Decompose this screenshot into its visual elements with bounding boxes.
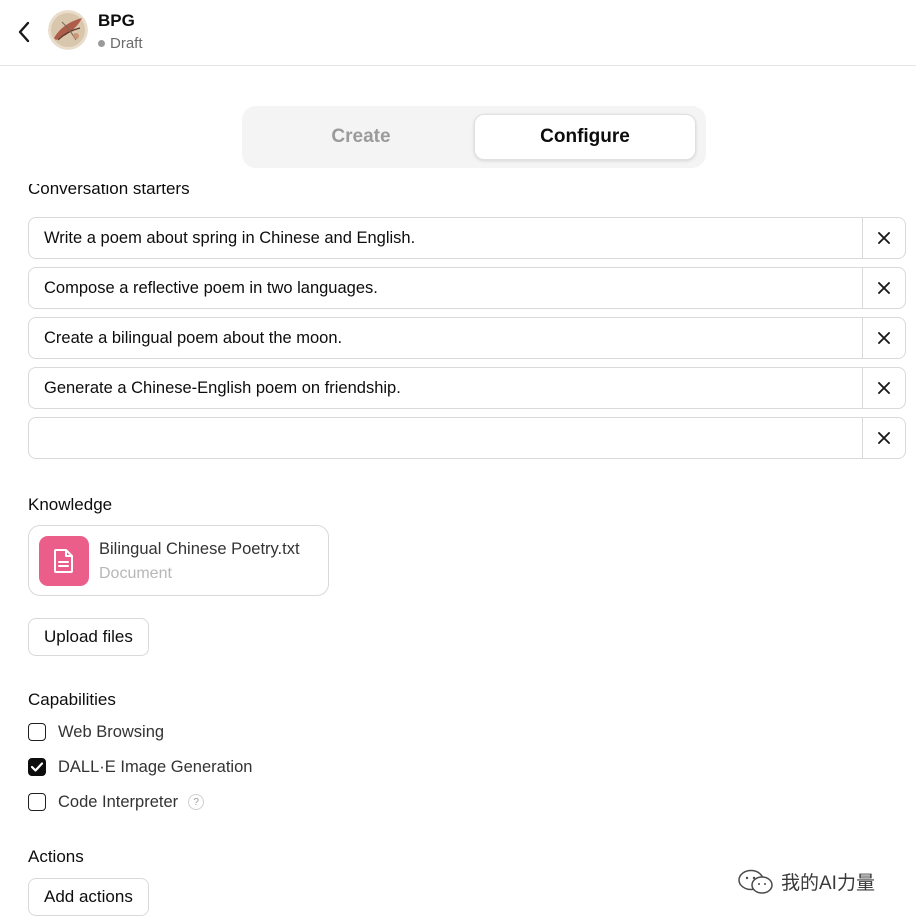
back-button[interactable] <box>12 18 36 46</box>
file-name: Bilingual Chinese Poetry.txt <box>99 540 300 558</box>
starter-input[interactable] <box>29 318 865 358</box>
gpt-name: BPG <box>98 11 135 30</box>
add-actions-button[interactable]: Add actions <box>28 878 149 916</box>
knowledge-label: Knowledge <box>28 495 113 514</box>
checkbox-checked[interactable] <box>28 758 46 776</box>
tab-create[interactable]: Create <box>250 114 472 160</box>
draft-status: Draft <box>98 35 143 52</box>
watermark: 我的AI力量 <box>737 868 875 895</box>
starter-input[interactable] <box>29 368 865 408</box>
close-icon <box>878 432 890 444</box>
file-type: Document <box>99 565 172 582</box>
capability-label: DALL·E Image Generation <box>58 757 253 776</box>
help-icon[interactable]: ? <box>188 794 205 810</box>
starter-row <box>28 217 906 259</box>
actions-label: Actions <box>28 847 84 866</box>
status-label: Draft <box>110 35 143 52</box>
checkbox[interactable] <box>28 793 46 811</box>
checkbox[interactable] <box>28 723 46 741</box>
checkmark-icon <box>31 762 43 772</box>
close-icon <box>878 382 890 394</box>
capability-label: Web Browsing <box>58 722 165 741</box>
wechat-icon <box>738 869 773 894</box>
document-icon <box>39 536 89 586</box>
starter-input[interactable] <box>29 218 865 258</box>
starter-row-empty <box>28 417 906 459</box>
top-bar: BPG Draft <box>0 0 916 66</box>
starter-row <box>28 267 906 309</box>
status-dot-icon <box>98 40 105 47</box>
starter-input[interactable] <box>29 268 865 308</box>
starter-row <box>28 317 906 359</box>
mode-switcher: Create Configure <box>242 106 706 168</box>
starter-input[interactable] <box>29 418 865 458</box>
tab-configure[interactable]: Configure <box>474 114 696 160</box>
capabilities-label: Capabilities <box>28 690 116 709</box>
remove-starter-button[interactable] <box>862 268 905 308</box>
remove-starter-button[interactable] <box>862 368 905 408</box>
starter-row <box>28 367 906 409</box>
conversation-starters-label: Conversation starters <box>28 184 190 198</box>
remove-starter-button[interactable] <box>862 318 905 358</box>
close-icon <box>878 332 890 344</box>
capability-label: Code Interpreter <box>58 792 179 811</box>
capability-web-browsing[interactable]: Web Browsing <box>28 721 164 743</box>
close-icon <box>878 282 890 294</box>
knowledge-file-card[interactable]: Bilingual Chinese Poetry.txt Document <box>28 525 329 596</box>
gpt-avatar <box>48 10 88 50</box>
chevron-left-icon <box>18 21 30 43</box>
remove-starter-button[interactable] <box>862 218 905 258</box>
section-clip: Conversation starters <box>0 184 916 206</box>
remove-starter-button[interactable] <box>862 418 905 458</box>
close-icon <box>878 232 890 244</box>
capability-code-interpreter[interactable]: Code Interpreter ? <box>28 791 205 813</box>
upload-files-button[interactable]: Upload files <box>28 618 149 656</box>
watermark-text: 我的AI力量 <box>781 873 875 894</box>
capability-dalle[interactable]: DALL·E Image Generation <box>28 756 252 778</box>
